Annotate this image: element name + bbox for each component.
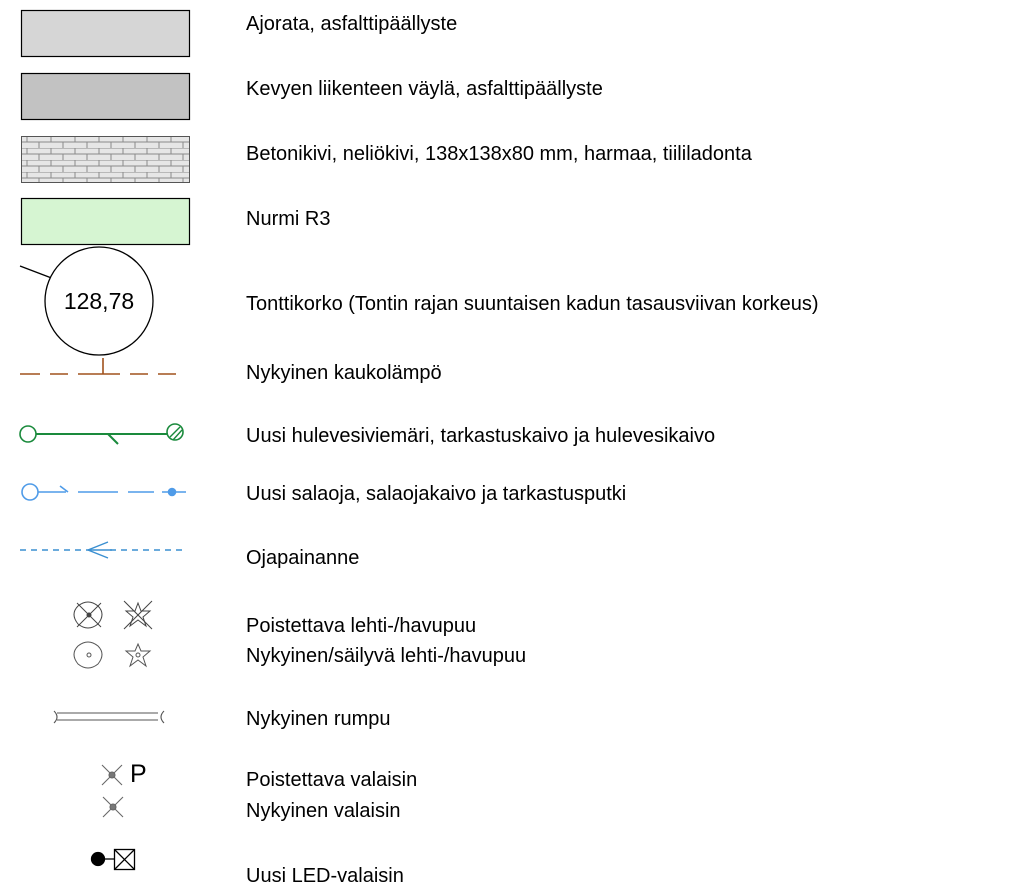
light-traffic-swatch	[20, 72, 191, 121]
label-lawn: Nurmi R3	[246, 208, 331, 230]
legend: 128,78 P Ajorata, asfalttipäällyste Kevy…	[0, 0, 1034, 895]
concrete-paver-swatch	[21, 136, 190, 183]
label-led-light: Uusi LED-valaisin	[246, 865, 404, 887]
label-road-asphalt: Ajorata, asfalttipäällyste	[246, 13, 458, 35]
plot-elevation-value: 128,78	[63, 288, 135, 314]
label-removable-light: Poistettava valaisin	[246, 769, 418, 791]
label-drain: Uusi salaoja, salaojakaivo ja tarkastusp…	[246, 483, 627, 505]
removable-light-icon	[101, 764, 123, 786]
label-ditch: Ojapainanne	[246, 547, 360, 569]
removable-light-marker: P	[130, 760, 147, 788]
label-existing-light: Nykyinen valaisin	[246, 800, 401, 822]
removable-deciduous-tree-icon	[73, 601, 103, 629]
label-plot-elevation: Tonttikorko (Tontin rajan suuntaisen kad…	[246, 293, 819, 315]
label-concrete-paver: Betonikivi, neliökivi, 138x138x80 mm, ha…	[246, 143, 752, 165]
existing-conifer-tree-icon	[124, 642, 152, 668]
label-culvert: Nykyinen rumpu	[246, 708, 391, 730]
removable-conifer-tree-icon	[123, 600, 153, 630]
label-district-heating: Nykyinen kaukolämpö	[246, 362, 442, 384]
label-light-traffic: Kevyen liikenteen väylä, asfalttipäällys…	[246, 78, 603, 100]
ditch-line-icon	[20, 541, 186, 559]
label-storm-sewer: Uusi hulevesiviemäri, tarkastuskaivo ja …	[246, 425, 716, 447]
culvert-icon	[53, 710, 165, 724]
drain-line-icon	[21, 483, 186, 501]
existing-light-icon	[102, 796, 124, 818]
label-removable-tree: Poistettava lehti-/havupuu	[246, 615, 477, 637]
district-heating-line-icon	[20, 358, 176, 375]
led-light-icon	[90, 848, 136, 871]
lawn-swatch	[20, 197, 191, 246]
storm-sewer-line-icon	[19, 423, 184, 445]
existing-deciduous-tree-icon	[73, 641, 103, 669]
road-asphalt-swatch	[20, 9, 191, 58]
label-existing-tree: Nykyinen/säilyvä lehti-/havupuu	[246, 645, 527, 667]
